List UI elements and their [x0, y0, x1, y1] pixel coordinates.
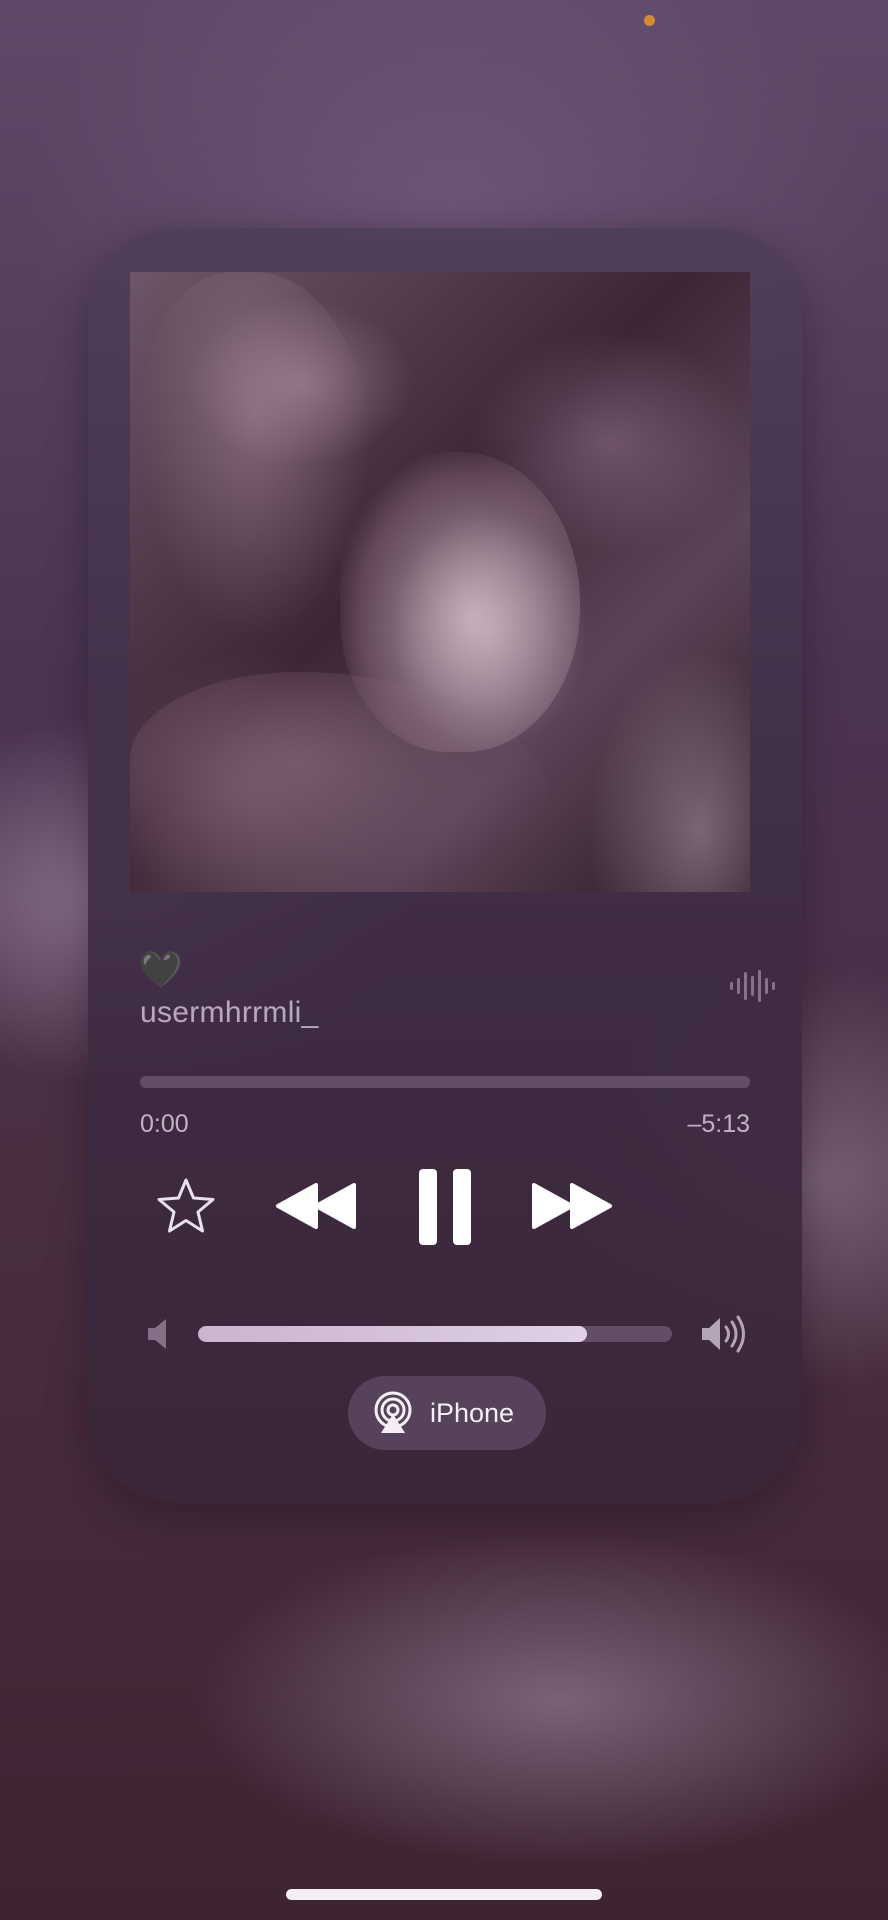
- album-artwork[interactable]: [130, 272, 750, 892]
- artwork-figure-man: [140, 272, 370, 632]
- backward-icon: [276, 1183, 356, 1229]
- privacy-indicator-dot: [644, 15, 655, 26]
- volume-slider[interactable]: [198, 1326, 672, 1342]
- airplay-output-button[interactable]: iPhone: [348, 1376, 546, 1450]
- now-playing-card: 🖤 usermhrrmli_ 0:00 –5:13 iPhone: [88, 228, 802, 1503]
- remaining-time: –5:13: [687, 1110, 750, 1138]
- home-indicator[interactable]: [286, 1889, 602, 1900]
- playback-progress-bar[interactable]: [140, 1076, 750, 1088]
- elapsed-time: 0:00: [140, 1110, 189, 1138]
- pause-button[interactable]: [408, 1166, 482, 1248]
- track-title[interactable]: usermhrrmli_: [140, 996, 319, 1030]
- star-icon: [157, 1178, 215, 1233]
- speaker-high-icon: [702, 1315, 745, 1353]
- waveform-icon: [730, 970, 775, 1002]
- speaker-low-icon: [148, 1319, 166, 1349]
- volume-slider-fill: [198, 1326, 587, 1342]
- output-device-label: iPhone: [430, 1397, 515, 1428]
- title-emoji: 🖤: [138, 949, 183, 990]
- previous-track-button[interactable]: [274, 1176, 358, 1236]
- airplay-icon: [374, 1391, 412, 1433]
- forward-icon: [532, 1183, 612, 1229]
- next-track-button[interactable]: [530, 1176, 614, 1236]
- pause-icon: [419, 1169, 471, 1245]
- favorite-button[interactable]: [156, 1176, 216, 1236]
